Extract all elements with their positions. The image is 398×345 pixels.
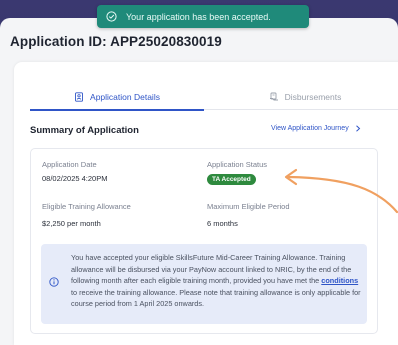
view-application-journey-link[interactable]: View Application Journey bbox=[271, 125, 361, 132]
tab-application-details[interactable]: Application Details bbox=[30, 84, 204, 111]
summary-title: Summary of Application bbox=[30, 125, 139, 136]
document-icon bbox=[75, 92, 83, 102]
info-text-before: You have accepted your eligible SkillsFu… bbox=[71, 253, 352, 286]
disbursement-icon bbox=[269, 92, 278, 101]
status-badge: TA Accepted bbox=[207, 174, 256, 185]
check-circle-icon bbox=[106, 11, 117, 22]
journey-link-label: View Application Journey bbox=[271, 125, 349, 132]
period-value: 6 months bbox=[207, 219, 238, 228]
application-date-label: Application Date bbox=[42, 160, 97, 169]
period-label: Maximum Eligible Period bbox=[207, 202, 290, 211]
tab-disbursements[interactable]: Disbursements bbox=[220, 84, 390, 110]
application-status-label: Application Status bbox=[207, 160, 268, 169]
conditions-link[interactable]: conditions bbox=[321, 276, 358, 285]
info-notice: You have accepted your eligible SkillsFu… bbox=[41, 244, 367, 324]
tab-label: Disbursements bbox=[284, 92, 342, 102]
toast-message: Your application has been accepted. bbox=[126, 11, 271, 22]
tab-bar: Application Details Disbursements bbox=[30, 84, 398, 111]
chevron-right-icon bbox=[355, 125, 360, 132]
info-notice-text: You have accepted your eligible SkillsFu… bbox=[71, 252, 361, 310]
success-toast: Your application has been accepted. bbox=[97, 5, 309, 28]
info-text-after: to receive the training allowance. Pleas… bbox=[71, 287, 361, 309]
tab-label: Application Details bbox=[90, 92, 160, 102]
application-summary-box: Application Date 08/02/2025 4:20PM Appli… bbox=[30, 148, 378, 334]
allowance-label: Eligible Training Allowance bbox=[42, 202, 131, 211]
application-details-card: Application Details Disbursements Summar… bbox=[14, 62, 398, 345]
application-date-value: 08/02/2025 4:20PM bbox=[42, 174, 108, 183]
application-id-title: Application ID: APP25020830019 bbox=[10, 34, 222, 49]
allowance-value: $2,250 per month bbox=[42, 219, 101, 228]
info-icon bbox=[49, 277, 59, 287]
